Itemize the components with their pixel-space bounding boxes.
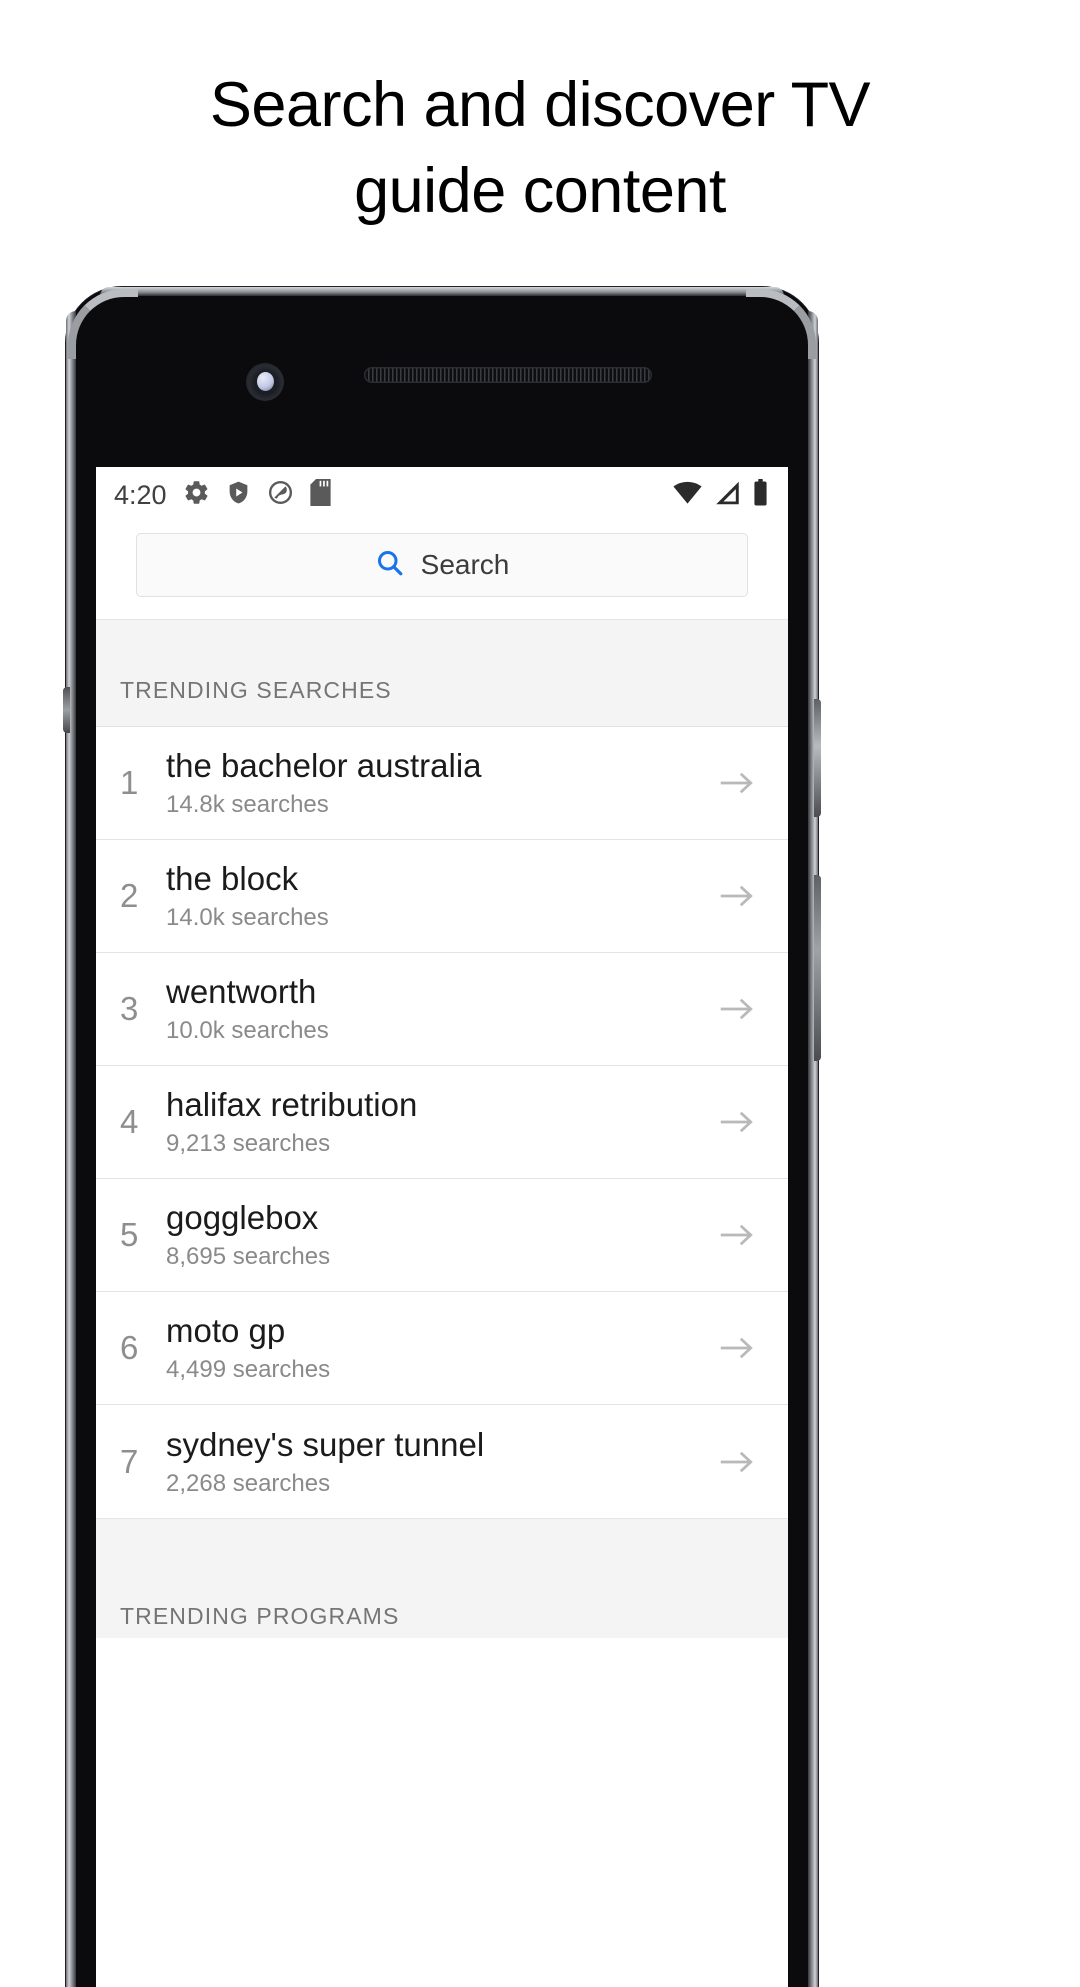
search-icon [375,548,405,583]
trend-text-group: wentworth 10.0k searches [166,973,714,1045]
trend-search-count: 8,695 searches [166,1243,331,1270]
trend-title: sydney's super tunnel [166,1425,485,1463]
trend-text-group: halifax retribution 9,213 searches [166,1086,714,1158]
trend-text-group: sydney's super tunnel 2,268 searches [166,1426,714,1498]
phone-rail-left [66,311,76,1987]
volume-button[interactable] [814,875,821,1061]
status-bar: 4:20 [96,467,788,523]
power-button[interactable] [814,699,821,817]
list-item[interactable]: 1 the bachelor australia 14.8k searches [96,727,788,840]
battery-icon [753,479,768,511]
phone-rail-right [808,311,818,1987]
page-title: Search and discover TV guide content [0,62,1080,234]
gear-icon [183,479,210,511]
trend-search-count: 4,499 searches [166,1356,331,1383]
section-title-label: TRENDING SEARCHES [120,677,392,703]
phone-corner-top-right [746,289,816,359]
trend-title: the bachelor australia [166,747,482,784]
arrow-right-icon[interactable] [714,994,760,1024]
trend-search-count: 2,268 searches [166,1469,331,1497]
wifi-icon [673,481,702,510]
trending-searches-list: 1 the bachelor australia 14.8k searches 2 th… [96,727,788,1518]
arrow-right-icon[interactable] [714,1447,760,1477]
trend-search-count: 9,213 searches [166,1130,331,1157]
list-item[interactable]: 5 gogglebox 8,695 searches [96,1179,788,1292]
status-bar-right-group [673,479,768,511]
search-input[interactable]: Search [136,533,748,597]
trend-rank: 1 [120,764,139,801]
signal-icon [714,481,741,510]
search-placeholder-text: Search [420,549,510,580]
arrow-right-icon[interactable] [714,1220,760,1250]
trend-title: halifax retribution [166,1086,418,1123]
trend-text-group: moto gp 4,499 searches [166,1312,714,1384]
trend-search-count: 14.8k searches [166,791,329,818]
front-camera-icon [246,363,284,401]
section-title-label-programs: TRENDING PROGRAMS [120,1603,400,1629]
status-clock: 4:20 [114,479,167,510]
shield-play-icon [226,479,251,511]
section-header-trending-searches: TRENDING SEARCHES [96,619,788,727]
list-item[interactable]: 6 moto gp 4,499 searches [96,1292,788,1405]
arrow-right-icon[interactable] [714,881,760,911]
list-item[interactable]: 7 sydney's super tunnel 2,268 searches [96,1405,788,1518]
headline-line-1: Search and discover TV [209,70,871,140]
phone-corner-top-left [68,289,138,359]
arrow-right-icon[interactable] [714,1107,760,1137]
circle-slash-icon [267,479,294,511]
status-bar-left-group: 4:20 [114,479,331,511]
phone-device-mockup: 4:20 Search TRENDING SEARCHES 1 the bach… [63,287,821,1987]
trend-title: gogglebox [166,1199,319,1236]
search-bar-region: Search [96,523,788,619]
trend-rank: 7 [120,1442,139,1480]
trend-text-group: the block 14.0k searches [166,860,714,932]
list-item[interactable]: 3 wentworth 10.0k searches [96,953,788,1066]
trend-rank: 4 [120,1103,139,1140]
trend-rank: 2 [120,877,139,914]
trend-title: moto gp [166,1312,286,1349]
trend-rank: 3 [120,990,139,1027]
trend-title: the block [166,860,299,897]
trend-text-group: the bachelor australia 14.8k searches [166,747,714,819]
phone-rail-top [100,287,784,296]
section-header-trending-programs: TRENDING PROGRAMS [96,1518,788,1638]
list-item[interactable]: 4 halifax retribution 9,213 searches [96,1066,788,1179]
trend-rank: 6 [120,1329,139,1366]
trend-text-group: gogglebox 8,695 searches [166,1199,714,1271]
phone-screen: 4:20 Search TRENDING SEARCHES 1 the bach… [96,467,788,1987]
left-side-button[interactable] [63,687,70,733]
list-item[interactable]: 2 the block 14.0k searches [96,840,788,953]
arrow-right-icon[interactable] [714,768,760,798]
earpiece-speaker-icon [364,367,652,383]
trend-search-count: 10.0k searches [166,1017,329,1044]
arrow-right-icon[interactable] [714,1333,760,1363]
trend-title: wentworth [166,973,317,1010]
headline-line-2: guide content [354,156,726,226]
sd-card-icon [309,479,331,511]
trend-search-count: 14.0k searches [166,904,329,931]
trend-rank: 5 [120,1216,139,1253]
